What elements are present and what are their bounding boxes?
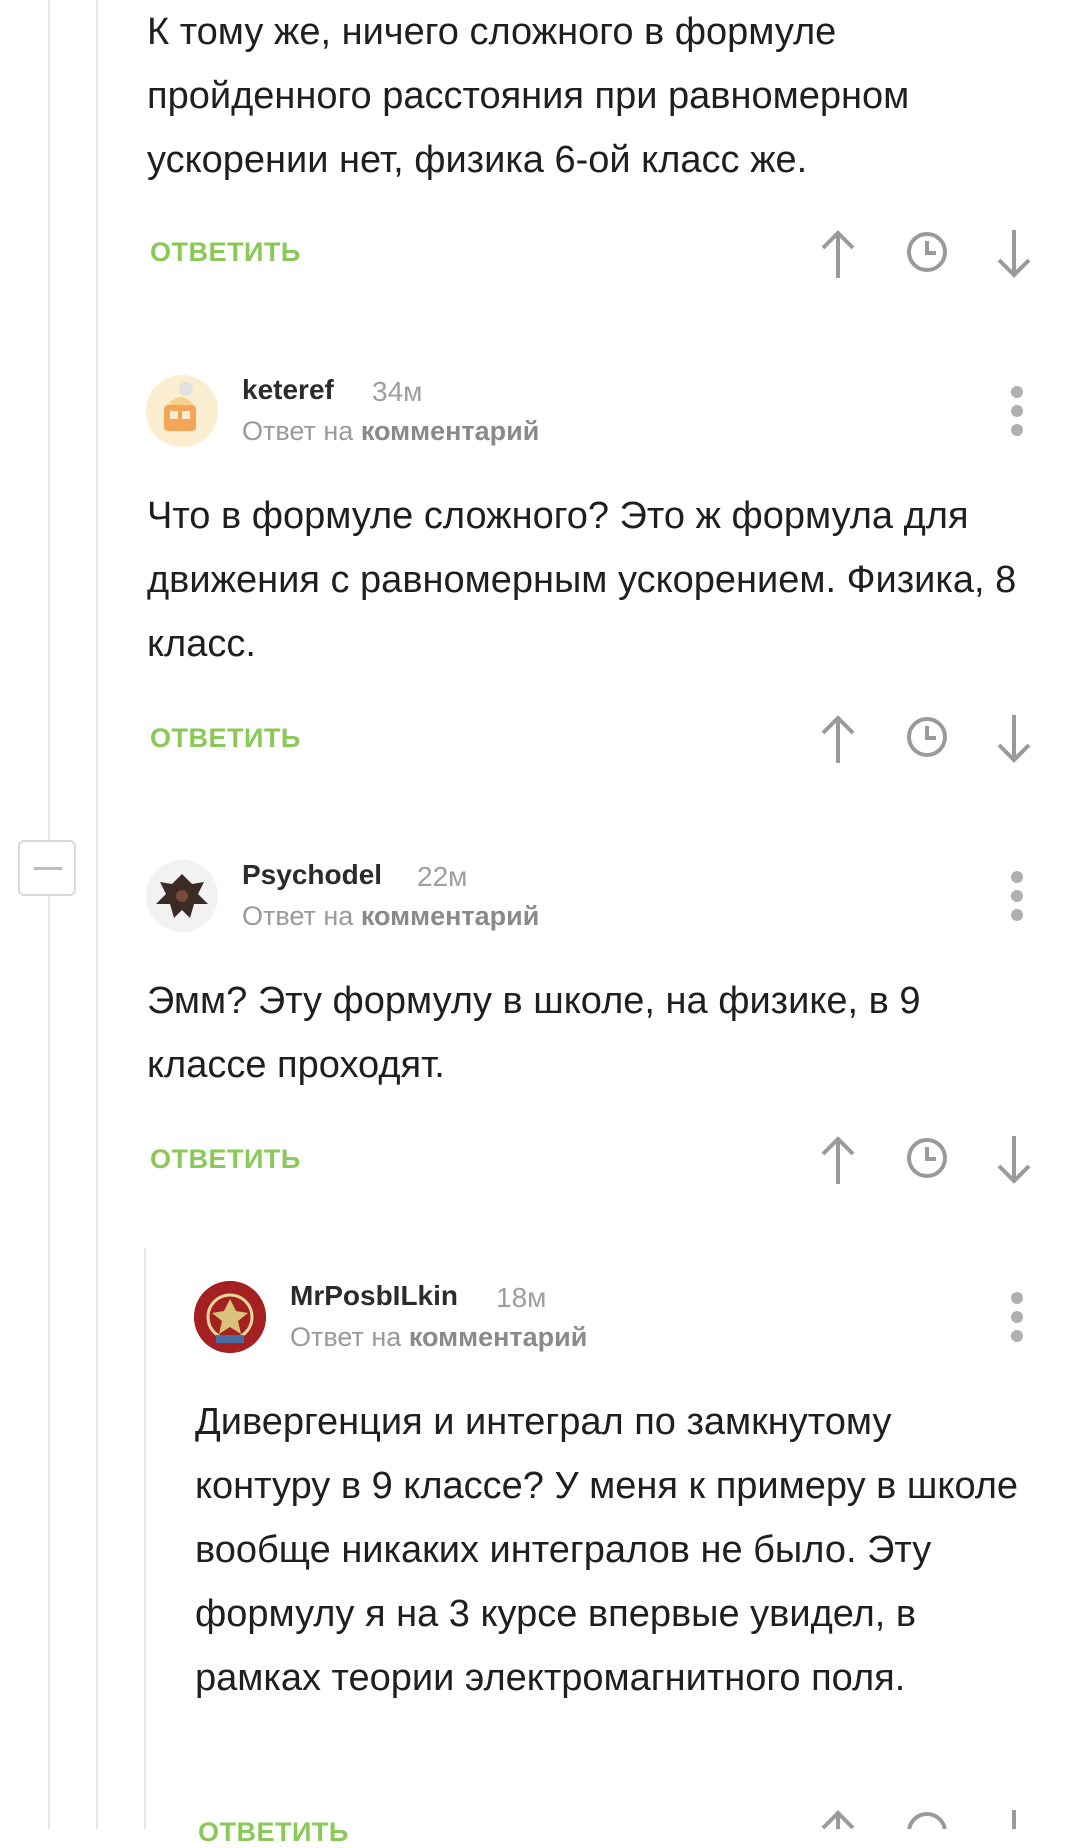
reply-to-prefix: Ответ на <box>242 416 354 446</box>
thread-line-nested <box>144 1248 146 1829</box>
reply-to-link[interactable]: комментарий <box>361 416 540 446</box>
comment-text: Дивергенция и интеграл по замкнутому кон… <box>195 1401 1019 1699</box>
more-options-button[interactable] <box>1007 871 1027 921</box>
clock-icon[interactable] <box>906 1137 948 1179</box>
reply-to-link[interactable]: комментарий <box>409 1322 588 1352</box>
reply-to: Ответ на комментарий <box>290 1322 587 1353</box>
comment-time: 22м <box>417 861 468 892</box>
reply-button[interactable]: ОТВЕТИТЬ <box>150 723 301 754</box>
more-options-button[interactable] <box>1007 1292 1027 1342</box>
avatar[interactable] <box>146 375 218 447</box>
reply-to: Ответ на комментарий <box>242 416 539 447</box>
comment-text: Эмм? Эту формулу в школе, на физике, в 9… <box>147 980 921 1086</box>
collapse-thread-button[interactable] <box>18 840 76 896</box>
reply-button[interactable]: ОТВЕТИТЬ <box>198 1817 349 1848</box>
clock-icon[interactable] <box>906 1811 948 1829</box>
clock-icon[interactable] <box>906 231 948 273</box>
thread-line-outer <box>48 0 50 1829</box>
reply-button[interactable]: ОТВЕТИТЬ <box>150 237 301 268</box>
avatar[interactable] <box>146 860 218 932</box>
avatar-image <box>146 860 218 932</box>
comment-time: 18м <box>496 1282 547 1313</box>
arrow-down-icon[interactable] <box>994 713 1034 765</box>
arrow-up-icon[interactable] <box>818 1134 858 1186</box>
reply-to: Ответ на комментарий <box>242 901 539 932</box>
reply-button[interactable]: ОТВЕТИТЬ <box>150 1144 301 1175</box>
thread-line-inner <box>96 0 98 1829</box>
reply-to-prefix: Ответ на <box>290 1322 402 1352</box>
arrow-up-icon[interactable] <box>818 228 858 280</box>
reply-to-link[interactable]: комментарий <box>361 901 540 931</box>
arrow-down-icon[interactable] <box>994 1134 1034 1186</box>
username[interactable]: Psychodel <box>242 859 382 891</box>
arrow-down-icon[interactable] <box>994 1808 1034 1829</box>
avatar[interactable] <box>194 1281 266 1353</box>
username[interactable]: keteref <box>242 374 334 406</box>
arrow-up-icon[interactable] <box>818 1808 858 1829</box>
more-options-button[interactable] <box>1007 386 1027 436</box>
comment-time: 34м <box>372 376 423 407</box>
arrow-down-icon[interactable] <box>994 228 1034 280</box>
clock-icon[interactable] <box>906 716 948 758</box>
arrow-up-icon[interactable] <box>818 713 858 765</box>
avatar-image <box>194 1281 266 1353</box>
collapse-icon <box>34 867 62 870</box>
avatar-image <box>146 375 218 447</box>
username[interactable]: MrPosbILkin <box>290 1280 458 1312</box>
comment-text: Что в формуле сложного? Это ж формула дл… <box>147 495 1017 665</box>
comment-text: К тому же, ничего сложного в формуле про… <box>147 11 910 181</box>
reply-to-prefix: Ответ на <box>242 901 354 931</box>
